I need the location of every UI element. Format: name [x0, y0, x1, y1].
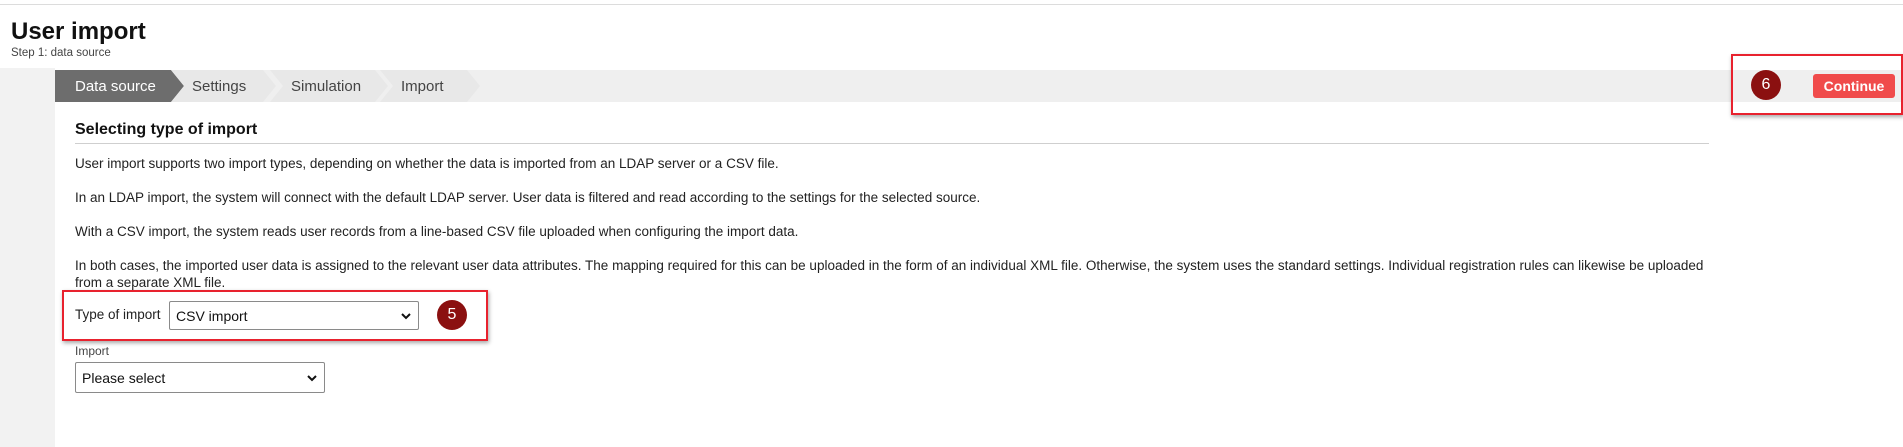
annotation-badge-5: 5: [437, 300, 467, 330]
step-simulation[interactable]: Simulation: [270, 70, 388, 102]
import-value: Please select: [82, 369, 166, 386]
step-label: Data source: [75, 77, 156, 95]
annotation-badge-6: 6: [1751, 70, 1781, 100]
type-of-import-label: Type of import: [75, 307, 161, 322]
step-settings[interactable]: Settings: [171, 70, 276, 102]
section-title: Selecting type of import: [75, 121, 258, 138]
continue-button[interactable]: Continue: [1813, 74, 1895, 98]
left-sidebar: [0, 68, 55, 447]
section-divider: [75, 143, 1709, 144]
step-data-source[interactable]: Data source: [55, 70, 184, 102]
description-paragraph: User import supports two import types, d…: [75, 156, 779, 171]
type-of-import-select[interactable]: CSV import: [169, 301, 419, 330]
chevron-down-icon: [401, 312, 411, 319]
description-paragraph: In both cases, the imported user data is…: [75, 258, 1704, 290]
step-import[interactable]: Import: [380, 70, 480, 102]
page-title: User import: [11, 18, 146, 45]
description-paragraph: In an LDAP import, the system will conne…: [75, 190, 981, 205]
top-divider: [0, 4, 1903, 5]
description-paragraph: With a CSV import, the system reads user…: [75, 224, 799, 239]
import-label: Import: [75, 344, 110, 358]
step-label: Simulation: [291, 77, 362, 95]
chevron-down-icon: [307, 374, 317, 381]
page-subtitle: Step 1: data source: [11, 47, 111, 59]
import-select[interactable]: Please select: [75, 362, 325, 393]
type-of-import-value: CSV import: [176, 307, 248, 324]
